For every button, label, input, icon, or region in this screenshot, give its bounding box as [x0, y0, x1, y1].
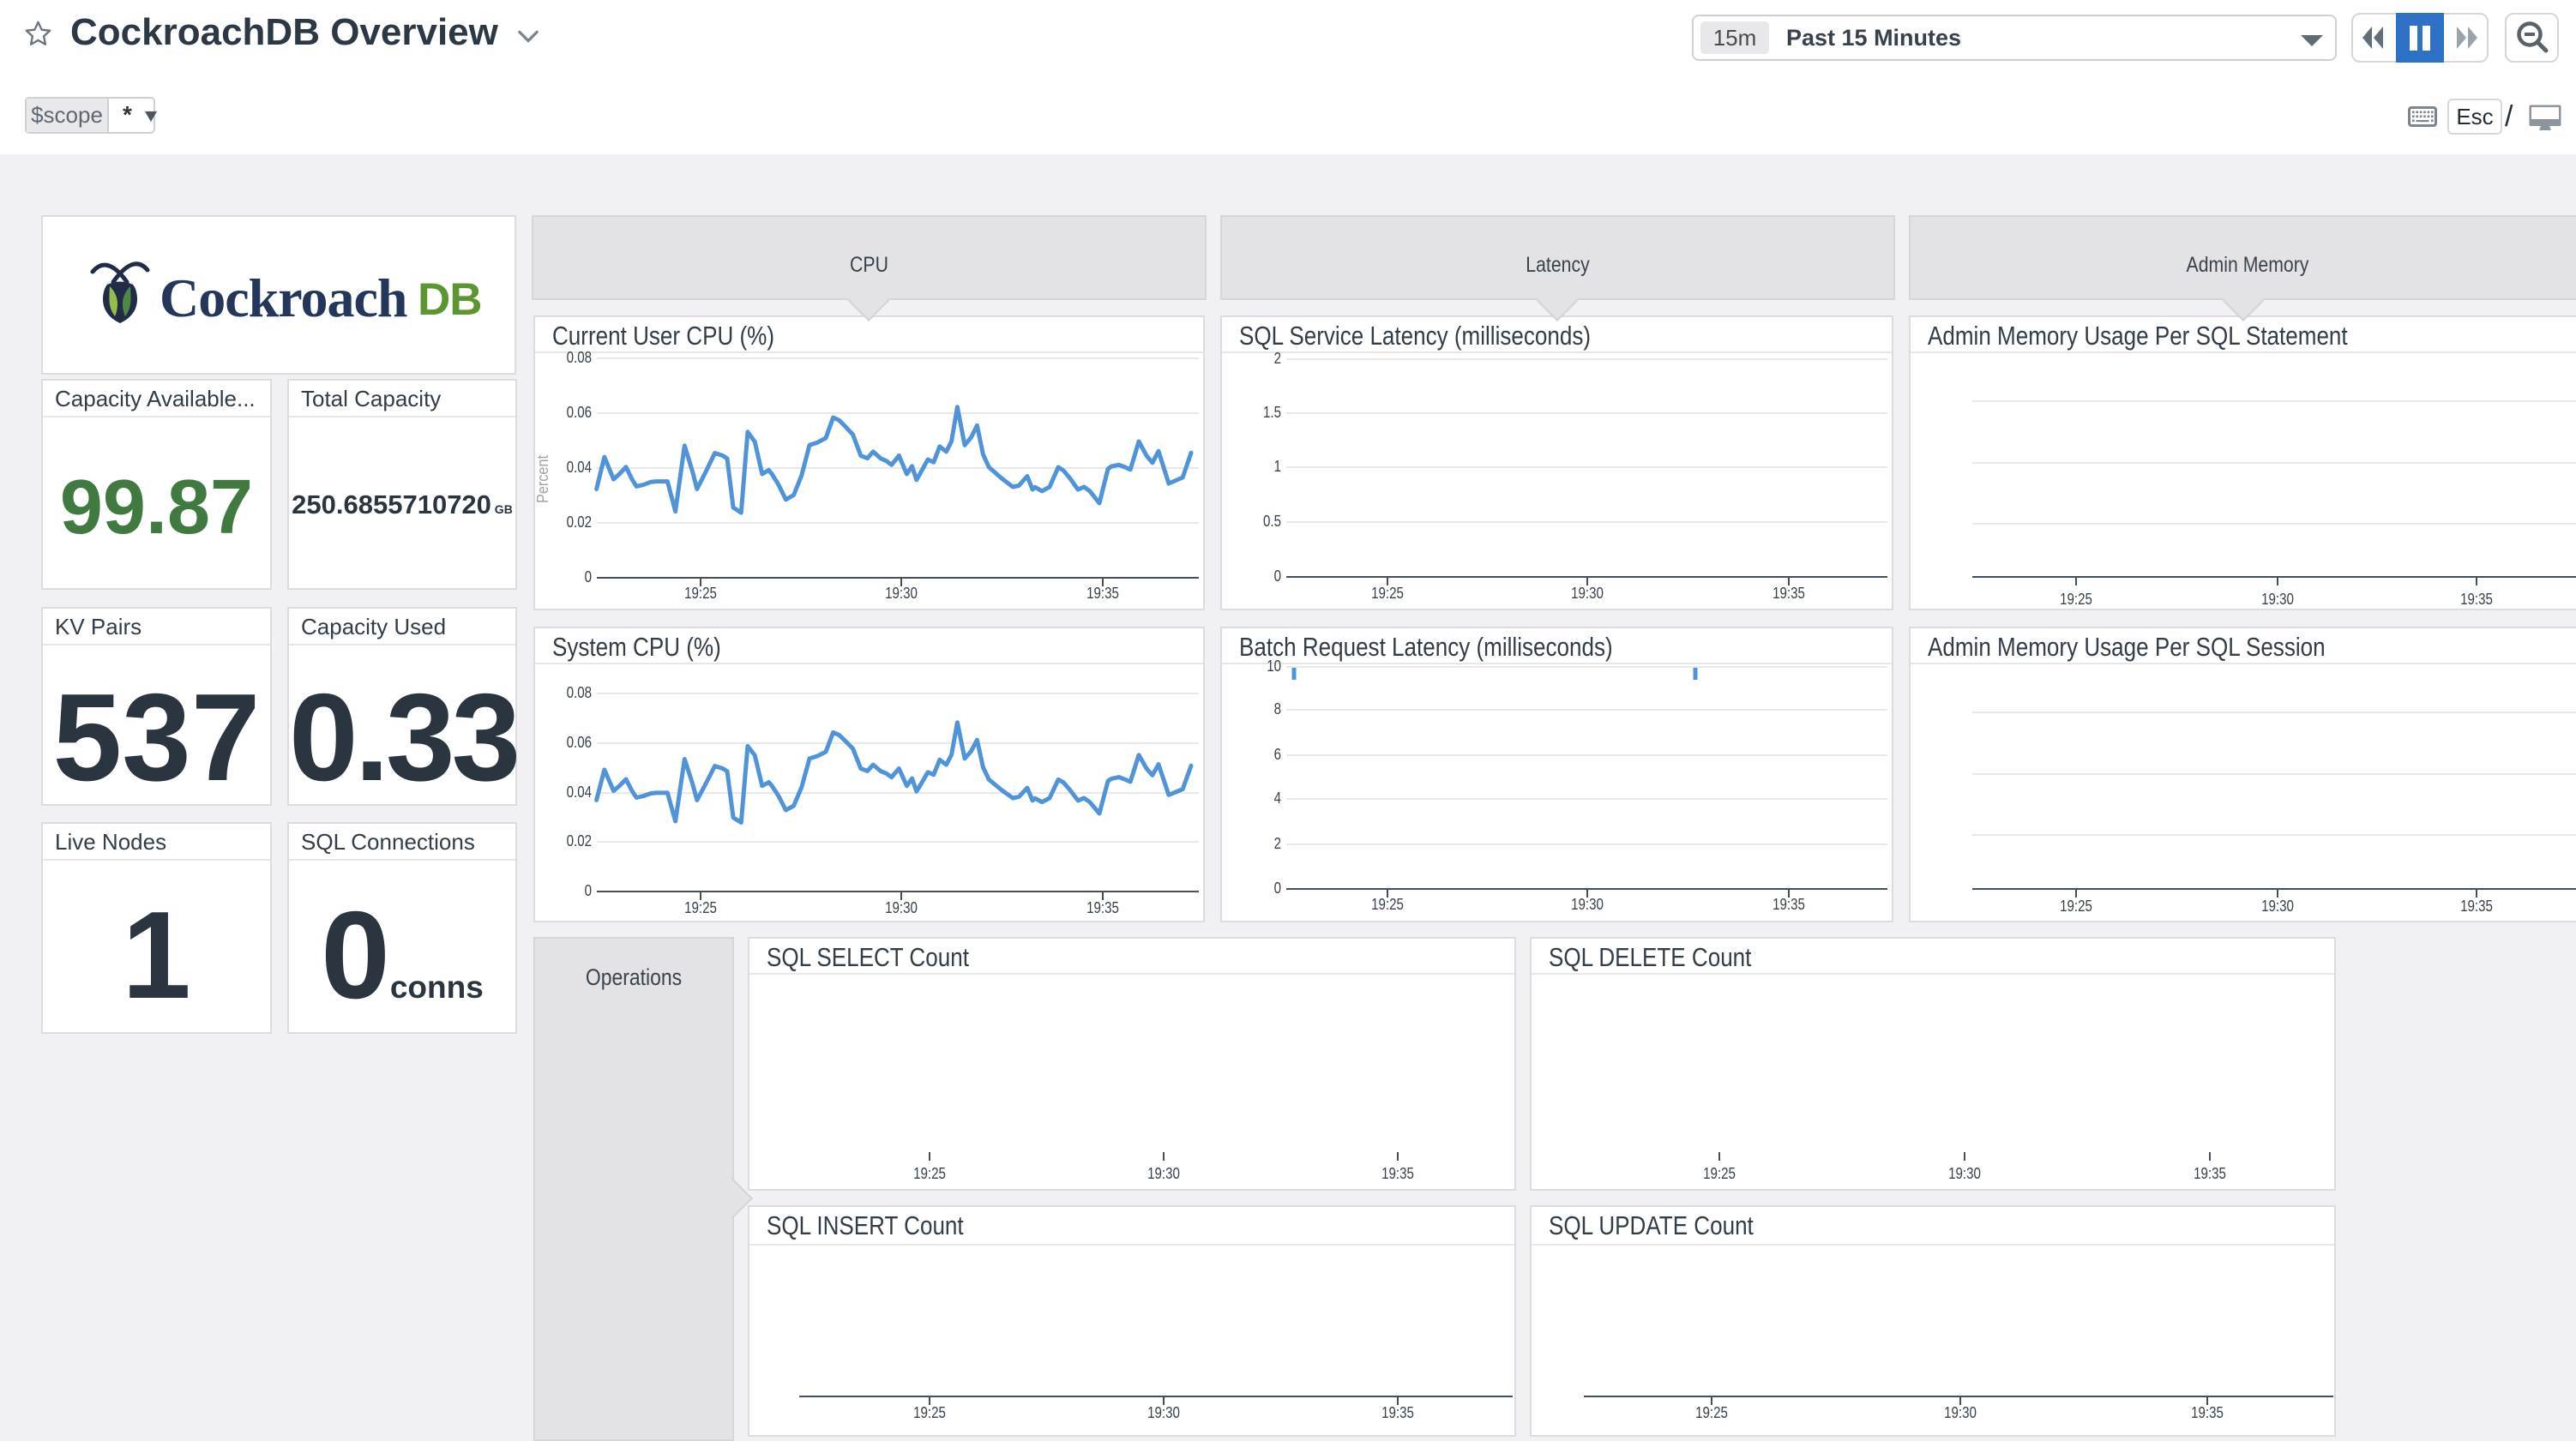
svg-text:19:35: 19:35	[1086, 585, 1119, 602]
svg-text:2: 2	[1274, 350, 1281, 367]
svg-text:19:25: 19:25	[2060, 898, 2092, 915]
svg-text:19:35: 19:35	[1773, 896, 1805, 913]
svg-text:8: 8	[1274, 700, 1281, 717]
svg-text:19:25: 19:25	[2060, 591, 2092, 608]
svg-text:0.08: 0.08	[567, 684, 592, 701]
svg-text:19:30: 19:30	[1147, 1404, 1180, 1421]
svg-text:0: 0	[585, 882, 592, 899]
svg-text:0.5: 0.5	[1263, 513, 1281, 530]
svg-text:0.02: 0.02	[567, 513, 592, 531]
svg-text:0.02: 0.02	[567, 832, 592, 850]
svg-text:19:25: 19:25	[913, 1165, 946, 1182]
svg-text:1.5: 1.5	[1263, 404, 1281, 421]
svg-text:19:25: 19:25	[913, 1404, 946, 1421]
svg-text:19:35: 19:35	[1381, 1404, 1414, 1421]
svg-text:19:30: 19:30	[1571, 585, 1604, 602]
svg-text:19:30: 19:30	[2261, 898, 2294, 915]
svg-text:19:35: 19:35	[1381, 1165, 1414, 1182]
svg-text:19:30: 19:30	[885, 899, 918, 916]
svg-text:19:35: 19:35	[2460, 898, 2493, 915]
svg-text:Percent: Percent	[535, 455, 551, 503]
svg-text:19:30: 19:30	[1948, 1165, 1981, 1182]
svg-text:19:35: 19:35	[2191, 1404, 2224, 1421]
svg-text:19:35: 19:35	[1086, 899, 1119, 916]
svg-text:19:30: 19:30	[1571, 896, 1604, 913]
svg-text:0: 0	[585, 568, 592, 585]
svg-text:19:35: 19:35	[1773, 585, 1805, 602]
svg-text:0.06: 0.06	[567, 404, 592, 421]
svg-text:4: 4	[1274, 790, 1281, 807]
svg-text:0.06: 0.06	[567, 734, 592, 751]
svg-text:19:25: 19:25	[1695, 1404, 1728, 1421]
svg-text:19:30: 19:30	[885, 585, 918, 602]
svg-text:19:35: 19:35	[2194, 1165, 2226, 1182]
svg-text:19:30: 19:30	[1944, 1404, 1977, 1421]
svg-text:6: 6	[1274, 746, 1281, 763]
svg-text:19:25: 19:25	[684, 585, 717, 602]
svg-text:2: 2	[1274, 835, 1281, 852]
svg-text:0.08: 0.08	[567, 349, 592, 366]
svg-text:19:35: 19:35	[2460, 591, 2493, 608]
svg-text:1: 1	[1274, 458, 1281, 475]
svg-text:19:25: 19:25	[1703, 1165, 1736, 1182]
svg-text:19:25: 19:25	[684, 899, 717, 916]
svg-text:19:30: 19:30	[1147, 1165, 1180, 1182]
svg-text:0.04: 0.04	[567, 459, 592, 476]
svg-text:0: 0	[1274, 567, 1281, 585]
svg-text:19:25: 19:25	[1371, 896, 1404, 913]
svg-text:19:30: 19:30	[2261, 591, 2294, 608]
svg-text:0.04: 0.04	[567, 784, 592, 801]
svg-text:19:25: 19:25	[1371, 585, 1404, 602]
svg-text:10: 10	[1267, 657, 1281, 675]
svg-text:0: 0	[1274, 880, 1281, 897]
